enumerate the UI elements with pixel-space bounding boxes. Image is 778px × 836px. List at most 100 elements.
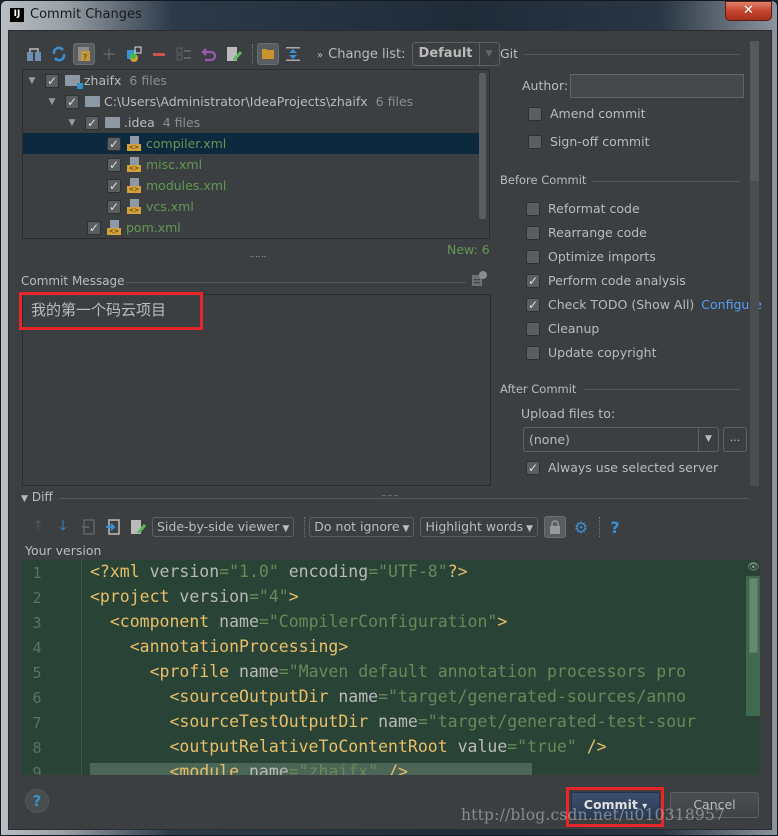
xml-file-icon: <>: [127, 157, 141, 172]
watermark-text: http://blog.csdn.net/u010318957: [461, 806, 726, 824]
highlight-mode-dropdown[interactable]: Highlight words ▼: [420, 517, 539, 537]
editor-scrollbar-thumb[interactable]: [749, 578, 758, 653]
edit-source-icon[interactable]: [223, 43, 245, 65]
diff-editor[interactable]: 1 2 3 4 5 6 7 8 9 <?xml version="1.0" encoding="…: [22, 560, 760, 775]
next-difference-icon[interactable]: 🡓: [52, 516, 74, 538]
checkbox[interactable]: ✓: [526, 201, 540, 216]
tree-scrollbar[interactable]: [479, 73, 486, 219]
section-divider: [584, 389, 740, 390]
row-checkbox[interactable]: ✓: [107, 136, 121, 151]
viewer-mode-dropdown[interactable]: Side-by-side viewer ▼: [152, 517, 295, 537]
checkbox[interactable]: ✓: [528, 134, 542, 149]
tree-row[interactable]: ▼ ✓ C:\Users\Administrator\IdeaProjects\…: [23, 91, 479, 112]
optimize-imports-checkbox[interactable]: ✓ Optimize imports: [526, 249, 656, 264]
section-divider: [59, 498, 749, 499]
checkbox-label: Amend commit: [550, 106, 646, 121]
unversioned-files-icon[interactable]: ?: [73, 43, 95, 65]
select-icon[interactable]: [173, 43, 195, 65]
author-input[interactable]: [570, 74, 744, 98]
lock-scrolling-icon[interactable]: [544, 516, 567, 538]
tree-row[interactable]: ▼ ✓ .idea 4 files: [23, 112, 479, 133]
splitter-grip[interactable]: ⠒⠒⠒: [249, 253, 267, 262]
sign-off-commit-checkbox[interactable]: ✓ Sign-off commit: [528, 134, 650, 149]
checkbox[interactable]: ✓: [526, 273, 540, 288]
settings-gear-icon[interactable]: ⚙: [570, 516, 592, 538]
tree-row[interactable]: ▼ ✓ zhaifx 6 files: [23, 70, 479, 91]
move-to-changelist-icon[interactable]: [123, 43, 145, 65]
expand-arrow-icon[interactable]: ▼: [67, 118, 77, 128]
row-checkbox[interactable]: ✓: [65, 94, 79, 109]
edit-source-icon[interactable]: [127, 516, 149, 538]
file-count: 6 files: [129, 73, 167, 88]
file-name: modules.xml: [146, 178, 227, 193]
changelist-dropdown[interactable]: Default ▼: [411, 42, 500, 66]
expand-arrow-icon[interactable]: ▼: [27, 76, 37, 86]
close-button[interactable]: ✕: [725, 1, 772, 21]
checkbox-label: Rearrange code: [548, 225, 647, 240]
code-line: <outputRelativeToContentRoot value="true…: [169, 737, 607, 756]
expand-all-icon[interactable]: [282, 43, 304, 65]
ignore-value: Do not ignore: [314, 519, 400, 534]
always-use-selected-server-checkbox[interactable]: ✓ Always use selected server: [526, 460, 718, 475]
checkbox[interactable]: ✓: [526, 460, 540, 475]
group-by-directory-icon[interactable]: [257, 43, 279, 65]
expand-arrow-icon[interactable]: ▼: [47, 97, 57, 107]
checkbox[interactable]: ✓: [526, 321, 540, 336]
previous-file-icon[interactable]: [77, 516, 99, 538]
chevron-down-icon: ▼: [282, 524, 290, 534]
tree-row[interactable]: ✓ <> vcs.xml: [23, 196, 479, 217]
row-checkbox[interactable]: ✓: [85, 115, 99, 130]
previous-difference-icon[interactable]: 🡑: [27, 516, 49, 538]
rearrange-code-checkbox[interactable]: ✓ Rearrange code: [526, 225, 647, 240]
tree-row[interactable]: ✓ <> modules.xml: [23, 175, 479, 196]
line-number: 9: [32, 764, 42, 775]
upload-server-dropdown[interactable]: (none) ▼: [523, 427, 719, 452]
tree-row[interactable]: ✓ <> compiler.xml: [23, 133, 479, 154]
code-line: <sourceOutputDir name="target/generated-…: [169, 687, 687, 706]
checkbox[interactable]: ✓: [526, 345, 540, 360]
right-panel-scrollbar-thumb[interactable]: [750, 41, 759, 181]
row-checkbox[interactable]: ✓: [107, 157, 121, 172]
amend-commit-checkbox[interactable]: ✓ Amend commit: [528, 106, 646, 121]
row-checkbox[interactable]: ✓: [107, 199, 121, 214]
row-checkbox[interactable]: ✓: [45, 73, 59, 88]
file-count: 4 files: [162, 115, 201, 130]
next-file-icon[interactable]: [102, 516, 124, 538]
reformat-code-checkbox[interactable]: ✓ Reformat code: [526, 201, 640, 216]
checkbox-label: Perform code analysis: [548, 273, 686, 288]
revert-icon[interactable]: [198, 43, 220, 65]
update-copyright-checkbox[interactable]: ✓ Update copyright: [526, 345, 656, 360]
tree-row[interactable]: ✓ <> pom.xml: [23, 217, 479, 238]
checkbox[interactable]: ✓: [526, 225, 540, 240]
tree-row[interactable]: ✓ <> misc.xml: [23, 154, 479, 175]
cleanup-checkbox[interactable]: ✓ Cleanup: [526, 321, 599, 336]
check-todo-checkbox[interactable]: ✓ Check TODO (Show All) Configure: [526, 297, 762, 312]
add-icon[interactable]: +: [98, 43, 120, 65]
eye-icon[interactable]: 👁: [747, 562, 760, 573]
checkbox[interactable]: ✓: [526, 297, 540, 312]
row-checkbox[interactable]: ✓: [87, 220, 101, 235]
row-checkbox[interactable]: ✓: [107, 178, 121, 193]
checkbox[interactable]: ✓: [526, 249, 540, 264]
checkbox-label: Optimize imports: [548, 249, 656, 264]
checkbox[interactable]: ✓: [528, 106, 542, 121]
changed-files-tree[interactable]: ▼ ✓ zhaifx 6 files ▼ ✓ C:\Users\Administ…: [22, 69, 490, 239]
help-button[interactable]: ?: [25, 789, 49, 813]
code-line: <?xml version="1.0" encoding="UTF-8"?>: [90, 562, 468, 581]
title-bar[interactable]: IJ Commit Changes ✕: [1, 1, 778, 30]
splitter-grip[interactable]: ⠒⠒⠒: [381, 492, 399, 501]
browse-servers-button[interactable]: ...: [723, 427, 747, 452]
ignore-whitespace-dropdown[interactable]: Do not ignore ▼: [309, 517, 415, 537]
line-number: 7: [32, 714, 42, 732]
delete-icon[interactable]: [148, 43, 170, 65]
show-diff-icon[interactable]: [23, 43, 45, 65]
perform-code-analysis-checkbox[interactable]: ✓ Perform code analysis: [526, 273, 686, 288]
overflow-chevron-icon[interactable]: »: [317, 50, 323, 61]
toolbar-separator: [304, 517, 306, 537]
diff-section-toggle[interactable]: ▼ Diff: [21, 490, 53, 504]
window-title: Commit Changes: [30, 7, 142, 22]
refresh-icon[interactable]: [48, 43, 70, 65]
commit-history-icon[interactable]: [471, 271, 487, 287]
diff-help-icon[interactable]: ?: [604, 516, 626, 538]
checkbox-label: Always use selected server: [548, 460, 719, 475]
